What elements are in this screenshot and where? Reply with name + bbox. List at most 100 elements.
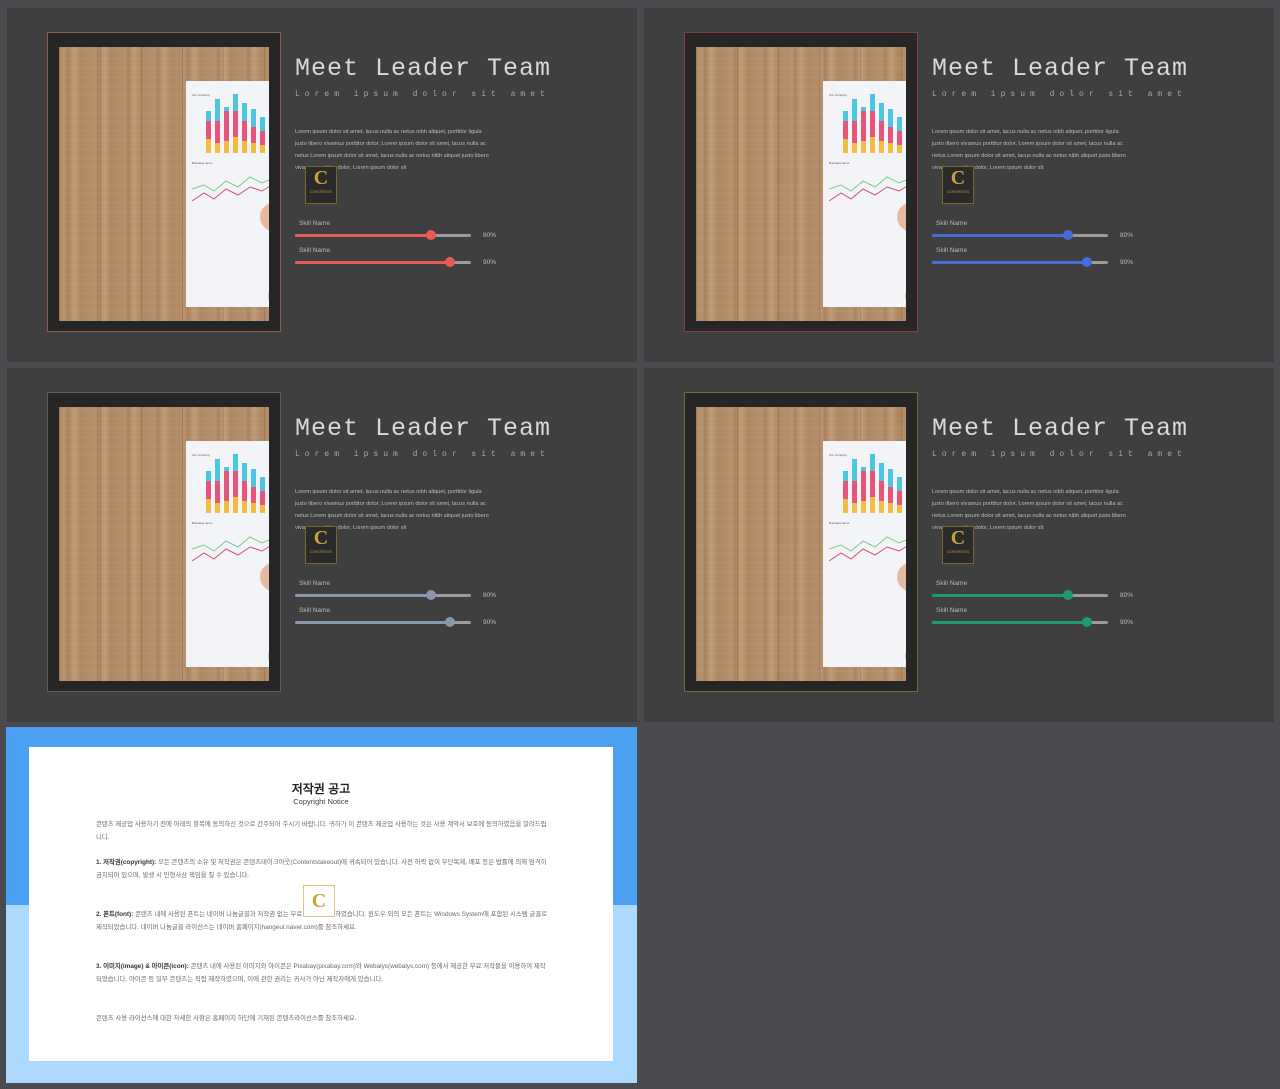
skill-label: Skill Name [299, 247, 331, 254]
skill-label: Skill Name [299, 607, 331, 614]
watermark-logo: C [303, 885, 335, 917]
skill-slider-fill [295, 234, 431, 237]
paper-label-company: Our company [192, 93, 211, 97]
slide-4[interactable]: Our company Business Items Meet Leader T… [644, 368, 1274, 722]
notice-paragraph-image: 3. 이미지(image) & 아이콘(icon): 콘텐츠 내에 사용된 이미… [96, 961, 548, 986]
skill-slider[interactable] [295, 617, 471, 627]
skill-slider[interactable] [295, 230, 471, 240]
watermark-logo-text: CONTENTS [947, 549, 969, 554]
report-paper: Our company Business Items [823, 441, 906, 667]
notice-paragraph-license: 콘텐츠 사용 라이선스에 대한 자세한 사항은 홈페이지 하단에 기재된 콘텐츠… [96, 1015, 357, 1022]
photo-frame: Our company Business Items [684, 392, 918, 692]
slide-1[interactable]: Our company Business Items Meet Leader T… [7, 8, 637, 362]
wood-desk-photo: Our company Business Items [696, 47, 906, 321]
skill-percent: 80% [483, 592, 497, 599]
slide-2[interactable]: Our company Business Items Meet Leader T… [644, 8, 1274, 362]
thumb [905, 647, 906, 665]
skill-slider[interactable] [932, 230, 1108, 240]
skill-slider-knob[interactable] [1062, 590, 1073, 600]
slide-title: Meet Leader Team [295, 414, 552, 443]
skill-percent: 90% [483, 619, 497, 626]
skill-slider-fill [932, 594, 1068, 597]
paper-label-business: Business Items [192, 161, 213, 165]
watermark-logo-text: CONTENTS [310, 189, 332, 194]
paper-line-chart [192, 176, 269, 202]
skill-slider[interactable] [932, 617, 1108, 627]
wood-desk-photo: Our company Business Items [59, 47, 269, 321]
paper-bar-chart [206, 94, 269, 153]
skill-slider-fill [932, 261, 1087, 264]
skill-percent: 90% [1120, 259, 1134, 266]
skill-slider-knob[interactable] [444, 257, 455, 267]
skill-percent: 90% [483, 259, 497, 266]
slide-subtitle: Lorem ipsum dolor sit amet [295, 450, 550, 459]
skill-label: Skill Name [936, 607, 968, 614]
report-paper: Our company Business Items [823, 81, 906, 307]
paper-label-company: Our company [829, 93, 848, 97]
slide-subtitle: Lorem ipsum dolor sit amet [932, 450, 1187, 459]
skill-slider[interactable] [295, 590, 471, 600]
wood-desk-photo: Our company Business Items [696, 407, 906, 681]
paper-bar-chart [843, 454, 906, 513]
skill-slider[interactable] [932, 257, 1108, 267]
skill-label: Skill Name [299, 220, 331, 227]
notice-image-heading: 3. 이미지(image) & 아이콘(icon): [96, 963, 189, 970]
paper-line-chart [829, 536, 906, 562]
paper-line-chart [192, 536, 269, 562]
skill-slider-knob[interactable] [425, 230, 436, 240]
watermark-logo-text: CONTENTS [310, 549, 332, 554]
paper-label-business: Business Items [829, 521, 850, 525]
skill-percent: 80% [1120, 592, 1134, 599]
notice-font-heading: 2. 폰트(font): [96, 911, 134, 918]
paper-label-company: Our company [829, 453, 848, 457]
watermark-logo: C CONTENTS [305, 166, 337, 204]
paper-label-business: Business Items [192, 521, 213, 525]
slide-subtitle: Lorem ipsum dolor sit amet [295, 90, 550, 99]
skill-slider-knob[interactable] [425, 590, 436, 600]
slide-3[interactable]: Our company Business Items Meet Leader T… [7, 368, 637, 722]
wood-desk-photo: Our company Business Items [59, 407, 269, 681]
skill-label: Skill Name [936, 580, 968, 587]
notice-title: 저작권 공고 [291, 782, 351, 796]
skill-slider-knob[interactable] [1081, 257, 1092, 267]
skill-slider-fill [932, 234, 1068, 237]
paper-line-chart [829, 176, 906, 202]
slide-title: Meet Leader Team [932, 414, 1189, 443]
skill-slider[interactable] [932, 590, 1108, 600]
skill-percent: 80% [1120, 232, 1134, 239]
skill-slider-fill [295, 594, 431, 597]
notice-paragraph-copyright: 1. 저작권(copyright): 모든 콘텐츠의 소유 및 저작권은 콘텐츠… [96, 857, 548, 882]
notice-copyright-heading: 1. 저작권(copyright): [96, 859, 157, 866]
report-paper: Our company Business Items [186, 81, 269, 307]
report-paper: Our company Business Items [186, 441, 269, 667]
notice-copyright-text: 모든 콘텐츠의 소유 및 저작권은 콘텐츠테이크아웃(Contentstakeo… [96, 859, 547, 879]
photo-frame: Our company Business Items [684, 32, 918, 332]
skill-percent: 80% [483, 232, 497, 239]
watermark-logo-text: CONTENTS [947, 189, 969, 194]
notice-paragraph-intro: 콘텐츠 제공업 사용하기 전에 아래의 항목에 동의하신 것으로 간주되어 주시… [96, 821, 547, 841]
skill-percent: 90% [1120, 619, 1134, 626]
skill-label: Skill Name [936, 220, 968, 227]
watermark-logo: C CONTENTS [942, 166, 974, 204]
skill-slider-fill [932, 621, 1087, 624]
skill-slider-fill [295, 621, 450, 624]
photo-frame: Our company Business Items [47, 32, 281, 332]
thumb [905, 287, 906, 305]
watermark-logo: C CONTENTS [942, 526, 974, 564]
skill-slider[interactable] [295, 257, 471, 267]
skill-slider-knob[interactable] [444, 617, 455, 627]
skill-label: Skill Name [299, 580, 331, 587]
thumb [268, 647, 269, 665]
skill-label: Skill Name [936, 247, 968, 254]
paper-bar-chart [206, 454, 269, 513]
slide-title: Meet Leader Team [295, 54, 552, 83]
slide-title: Meet Leader Team [932, 54, 1189, 83]
skill-slider-knob[interactable] [1081, 617, 1092, 627]
photo-frame: Our company Business Items [47, 392, 281, 692]
watermark-logo: C CONTENTS [305, 526, 337, 564]
skill-slider-knob[interactable] [1062, 230, 1073, 240]
paper-label-business: Business Items [829, 161, 850, 165]
slide-subtitle: Lorem ipsum dolor sit amet [932, 90, 1187, 99]
paper-label-company: Our company [192, 453, 211, 457]
notice-subtitle: Copyright Notice [293, 797, 349, 806]
